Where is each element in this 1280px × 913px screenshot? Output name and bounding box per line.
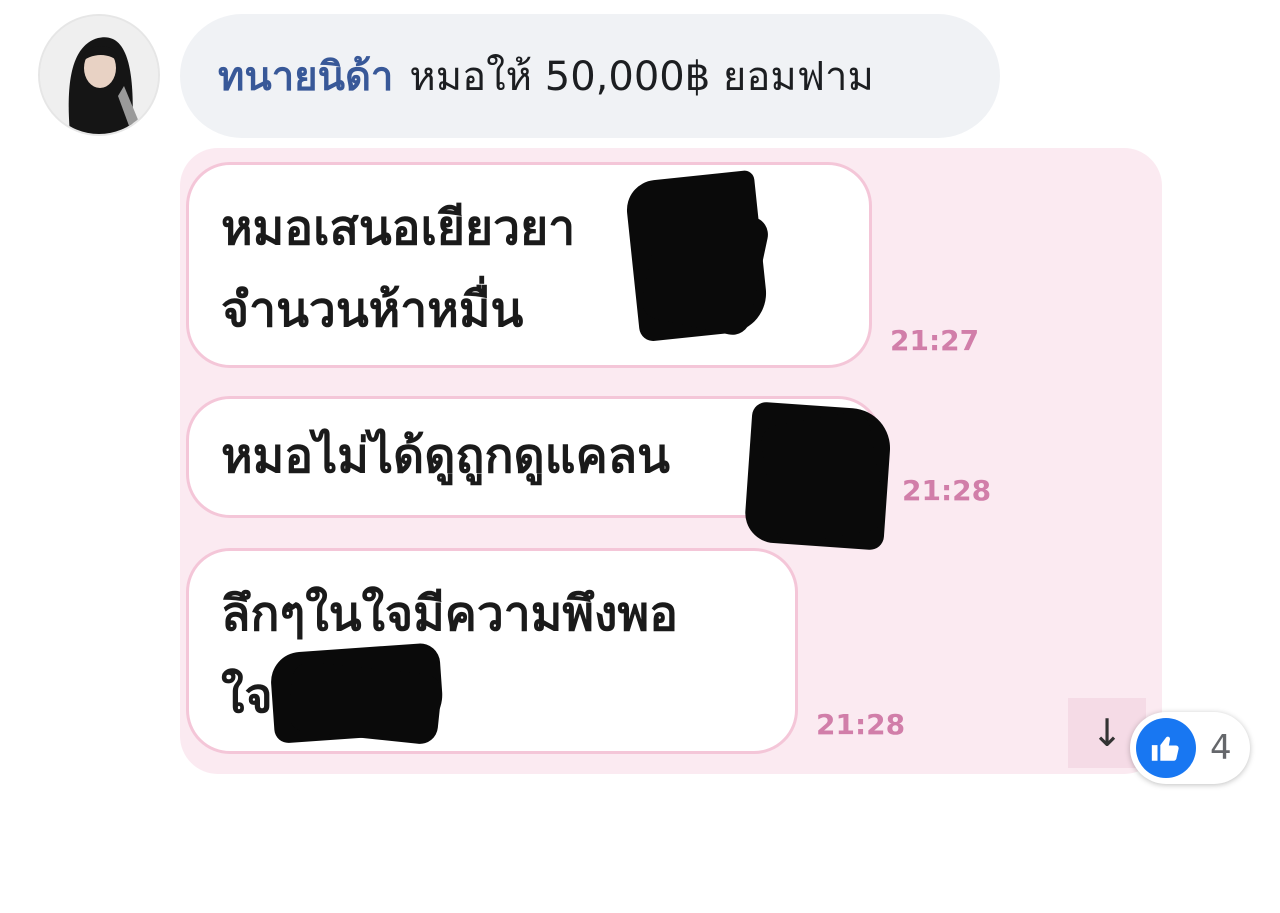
like-icon (1136, 718, 1196, 778)
redaction-scribble (758, 409, 888, 547)
message-timestamp: 21:28 (816, 708, 906, 741)
message-timestamp: 21:28 (902, 474, 992, 507)
comment-text: หมอให้ 50,000฿ ยอมฟาม (409, 54, 874, 100)
comment-author-link[interactable]: ทนายนิด้า (218, 44, 393, 108)
chat-message-line: ลึกๆในใจมีความพึงพอ (221, 586, 678, 642)
chat-message: หมอเสนอเยียวยา จำนวนห้าหมื่น (186, 162, 872, 368)
comment-bubble: ทนายนิด้า หมอให้ 50,000฿ ยอมฟาม (180, 14, 1000, 138)
reaction-summary[interactable]: 4 (1130, 712, 1250, 784)
comment-image-attachment[interactable]: หมอเสนอเยียวยา จำนวนห้าหมื่น 21:27 หมอไม… (180, 148, 1162, 774)
comment-thread: ทนายนิด้า หมอให้ 50,000฿ ยอมฟาม หมอเสนอเ… (0, 0, 1280, 913)
reaction-count: 4 (1210, 728, 1232, 768)
arrow-down-icon: ↓ (1091, 711, 1123, 755)
profile-photo-icon (40, 16, 158, 134)
message-timestamp: 21:27 (890, 324, 980, 357)
avatar[interactable] (38, 14, 160, 136)
